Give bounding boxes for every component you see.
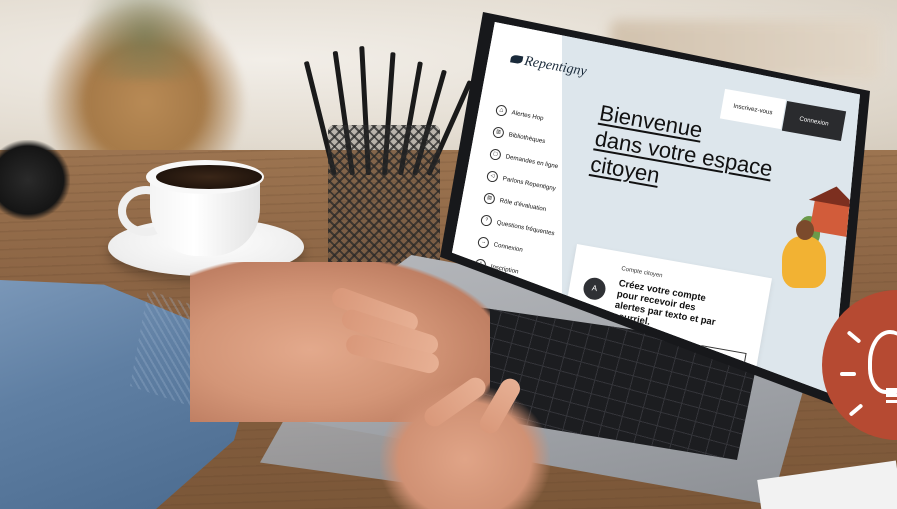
coffee-liquid: [156, 165, 262, 189]
light-ray-icon: [840, 372, 856, 376]
alert-icon: △: [494, 104, 508, 117]
mesh-pencil-holder: [328, 125, 440, 280]
question-icon: ?: [479, 214, 493, 227]
lightbulb-base-icon: [886, 388, 897, 404]
request-icon: ▢: [488, 148, 502, 161]
account-avatar-icon: A: [581, 275, 608, 302]
illustration-person: [782, 236, 826, 288]
illustration-house: [809, 198, 853, 238]
logo-mark-icon: [510, 54, 524, 65]
library-icon: ▥: [491, 126, 505, 139]
login-icon: →: [476, 236, 490, 249]
card-label: Compte citoyen: [620, 266, 663, 280]
building-icon: ▤: [482, 192, 496, 205]
background-plant-leaves: [60, 0, 230, 80]
desk-lamp-base: [0, 140, 70, 220]
megaphone-icon: ◁: [485, 170, 499, 183]
photo-scene: Repentigny △ Alertes Hop ▥ Bibliothèques ▢…: [0, 0, 897, 509]
illustration-head: [796, 220, 814, 240]
